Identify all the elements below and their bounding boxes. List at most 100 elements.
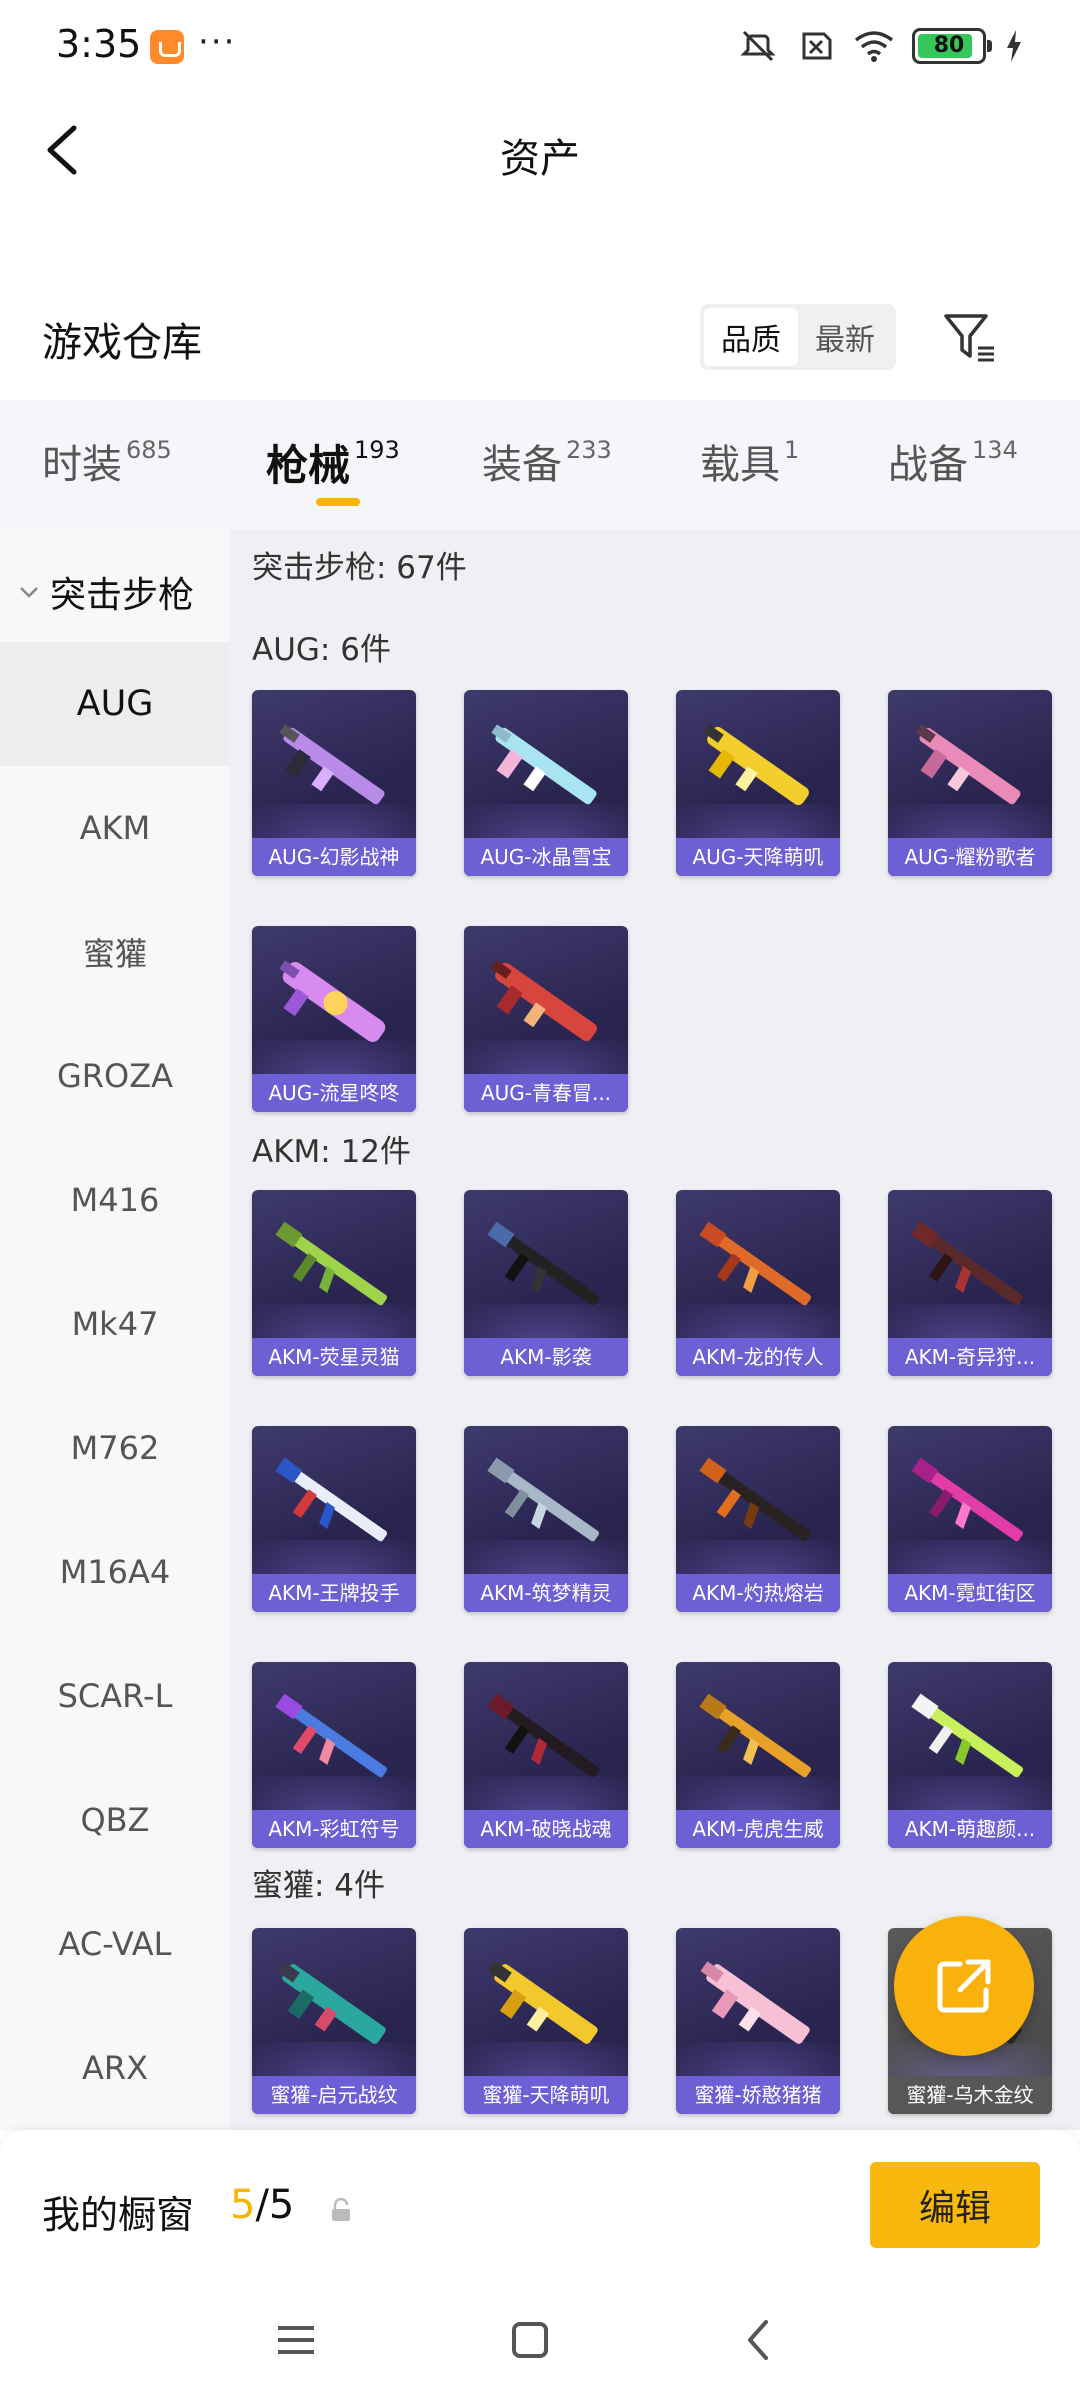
weapon-skin-image bbox=[487, 1457, 600, 1542]
sort-newest-option[interactable]: 最新 bbox=[798, 308, 892, 366]
sidebar-item-m762[interactable]: M762 bbox=[0, 1386, 230, 1510]
tab-label: 枪械 bbox=[266, 441, 351, 490]
weapon-card[interactable]: 蜜獾-娇憨猪猪 bbox=[676, 1928, 840, 2114]
weapon-card[interactable]: AKM-灼热熔岩 bbox=[676, 1426, 840, 1612]
tab-count: 193 bbox=[354, 436, 400, 464]
sidebar-item-arx[interactable]: ARX bbox=[0, 2006, 230, 2130]
tab-combat-gear[interactable]: 战备 134 bbox=[888, 432, 1018, 490]
status-bar: 3:35 ··· 80 bbox=[0, 0, 1080, 100]
weapon-card[interactable]: 蜜獾-启元战纹 bbox=[252, 1928, 416, 2114]
showcase-count: 5/5 bbox=[230, 2182, 294, 2228]
sidebar-category-assault-rifle[interactable]: 突击步枪 bbox=[0, 530, 230, 654]
group-title-aug: AUG: 6件 bbox=[252, 632, 391, 668]
menu-icon[interactable] bbox=[266, 2310, 326, 2370]
sidebar-item-aug[interactable]: AUG bbox=[0, 642, 230, 766]
weapon-card-name: AKM-彩虹符号 bbox=[252, 1810, 416, 1848]
weapon-card[interactable]: AUG-天降萌叽 bbox=[676, 690, 840, 876]
weapon-card[interactable]: AKM-虎虎生威 bbox=[676, 1662, 840, 1848]
group-title-honey-badger: 蜜獾: 4件 bbox=[252, 1868, 386, 1904]
weapon-skin-image bbox=[488, 1961, 598, 2044]
weapon-skin-image bbox=[491, 960, 597, 1042]
weapon-card-name: AKM-破晓战魂 bbox=[464, 1810, 628, 1848]
weapon-card[interactable]: AKM-奇异狩... bbox=[888, 1190, 1052, 1376]
sidebar-item-groza[interactable]: GROZA bbox=[0, 1014, 230, 1138]
weapon-card-name: AKM-龙的传人 bbox=[676, 1338, 840, 1376]
weapon-card-name: 蜜獾-娇憨猪猪 bbox=[676, 2076, 840, 2114]
sidebar-item-m416[interactable]: M416 bbox=[0, 1138, 230, 1262]
sidebar-item-akm[interactable]: AKM bbox=[0, 766, 230, 890]
weapon-skin-image bbox=[911, 1693, 1024, 1778]
weapon-card[interactable]: AUG-耀粉歌者 bbox=[888, 690, 1052, 876]
weapon-skin-image bbox=[487, 1221, 600, 1306]
tab-label: 战备 bbox=[888, 442, 968, 488]
weapon-skin-image bbox=[279, 724, 385, 805]
filter-icon[interactable] bbox=[940, 308, 1000, 368]
weapon-card[interactable]: AKM-彩虹符号 bbox=[252, 1662, 416, 1848]
status-time: 3:35 bbox=[56, 22, 142, 66]
weapon-card-name: 蜜獾-乌木金纹 bbox=[888, 2076, 1052, 2114]
weapon-grid: 突击步枪: 67件 AUG: 6件 AUG-幻影战神 AUG-冰晶雪宝 AUG-… bbox=[230, 530, 1080, 2130]
nav-back-icon[interactable] bbox=[730, 2310, 790, 2370]
group-title-akm: AKM: 12件 bbox=[252, 1134, 412, 1170]
top-bar: 资产 bbox=[0, 100, 1080, 200]
sidebar-item-mk47[interactable]: Mk47 bbox=[0, 1262, 230, 1386]
tab-count: 685 bbox=[126, 436, 172, 464]
weapon-skin-image bbox=[699, 1457, 812, 1542]
showcase-bar: 我的橱窗 5/5 编辑 bbox=[0, 2130, 1080, 2280]
tab-fashion[interactable]: 时装 685 bbox=[42, 432, 172, 490]
weapon-card-name: AUG-幻影战神 bbox=[252, 838, 416, 876]
weapon-card-name: 蜜獾-启元战纹 bbox=[252, 2076, 416, 2114]
shop-app-icon bbox=[150, 30, 184, 64]
weapon-card-name: AKM-灼热熔岩 bbox=[676, 1574, 840, 1612]
category-tabs: 时装 685 枪械 193 装备 233 载具 1 战备 134 bbox=[0, 400, 1080, 530]
weapon-card[interactable]: AUG-流星咚咚 bbox=[252, 926, 416, 1112]
warehouse-header: 游戏仓库 品质 最新 bbox=[0, 280, 1080, 400]
edit-button[interactable]: 编辑 bbox=[870, 2162, 1040, 2248]
sidebar-item-scar-l[interactable]: SCAR-L bbox=[0, 1634, 230, 1758]
sidebar-item-m16a4[interactable]: M16A4 bbox=[0, 1510, 230, 1634]
weapon-card[interactable]: 蜜獾-天降萌叽 bbox=[464, 1928, 628, 2114]
weapon-card-name: AUG-流星咚咚 bbox=[252, 1074, 416, 1112]
weapon-card-name: AUG-青春冒... bbox=[464, 1074, 628, 1112]
weapon-card-name: AKM-荧星灵猫 bbox=[252, 1338, 416, 1376]
system-nav-bar bbox=[0, 2280, 1080, 2400]
tab-label: 装备 bbox=[482, 442, 562, 488]
weapon-card-name: AUG-冰晶雪宝 bbox=[464, 838, 628, 876]
weapon-card[interactable]: AKM-荧星灵猫 bbox=[252, 1190, 416, 1376]
tab-count: 1 bbox=[784, 436, 800, 464]
home-icon[interactable] bbox=[500, 2310, 560, 2370]
showcase-current: 5 bbox=[230, 2182, 256, 2228]
tab-vehicles[interactable]: 载具 1 bbox=[700, 432, 799, 490]
tab-firearms[interactable]: 枪械 193 bbox=[266, 432, 400, 493]
chevron-down-icon bbox=[20, 587, 38, 598]
share-button[interactable] bbox=[894, 1916, 1034, 2056]
sidebar-item-qbz[interactable]: QBZ bbox=[0, 1758, 230, 1882]
weapon-card[interactable]: AKM-萌趣颜... bbox=[888, 1662, 1052, 1848]
weapon-card[interactable]: AUG-青春冒... bbox=[464, 926, 628, 1112]
weapon-card[interactable]: AKM-霓虹街区 bbox=[888, 1426, 1052, 1612]
weapon-card[interactable]: AKM-龙的传人 bbox=[676, 1190, 840, 1376]
weapon-skin-image bbox=[700, 1961, 810, 2044]
weapon-card-name: AKM-影袭 bbox=[464, 1338, 628, 1376]
weapon-skin-image bbox=[911, 1221, 1024, 1306]
tab-equipment[interactable]: 装备 233 bbox=[482, 432, 612, 490]
sidebar-item-honey-badger[interactable]: 蜜獾 bbox=[0, 890, 230, 1014]
weapon-card[interactable]: AUG-幻影战神 bbox=[252, 690, 416, 876]
tab-label: 时装 bbox=[42, 442, 122, 488]
weapon-card[interactable]: AKM-破晓战魂 bbox=[464, 1662, 628, 1848]
weapon-card[interactable]: AKM-王牌投手 bbox=[252, 1426, 416, 1612]
total-count: 突击步枪: 67件 bbox=[252, 550, 467, 586]
showcase-label: 我的橱窗 bbox=[42, 2193, 195, 2237]
battery-icon: 80 bbox=[912, 28, 992, 64]
weapon-card[interactable]: AKM-影袭 bbox=[464, 1190, 628, 1376]
weapon-card-name: AKM-霓虹街区 bbox=[888, 1574, 1052, 1612]
showcase-total: /5 bbox=[255, 2182, 295, 2228]
sort-quality-option[interactable]: 品质 bbox=[704, 308, 798, 366]
weapon-skin-image bbox=[279, 960, 386, 1042]
weapon-skin-image bbox=[487, 1693, 600, 1778]
weapon-card[interactable]: AUG-冰晶雪宝 bbox=[464, 690, 628, 876]
weapon-skin-image bbox=[703, 724, 809, 806]
sidebar-item-ac-val[interactable]: AC-VAL bbox=[0, 1882, 230, 2006]
weapon-card[interactable]: AKM-筑梦精灵 bbox=[464, 1426, 628, 1612]
weapon-card-name: AKM-筑梦精灵 bbox=[464, 1574, 628, 1612]
